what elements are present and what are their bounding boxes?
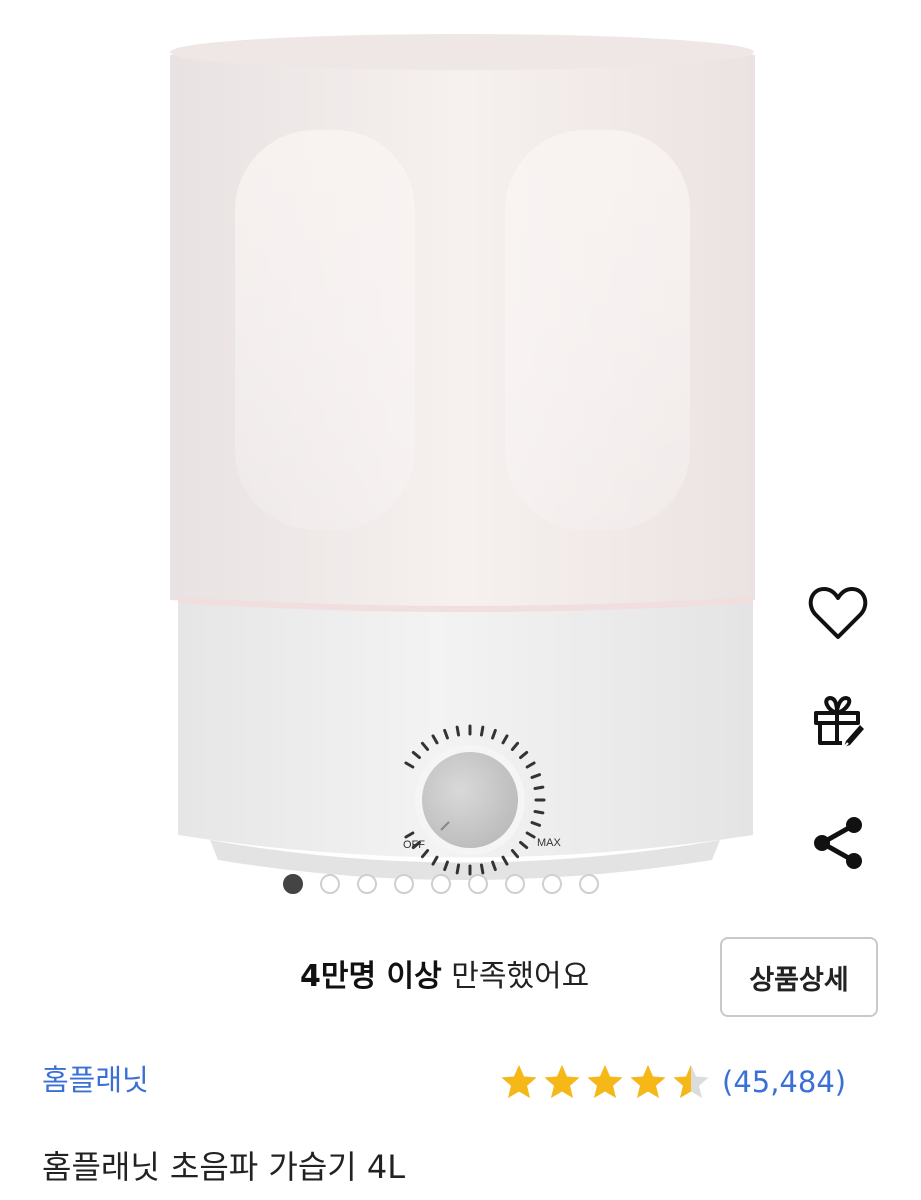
review-count: (45,484) — [722, 1065, 847, 1099]
dial-tick — [479, 725, 485, 737]
satisfaction-rest: 만족했어요 — [441, 959, 590, 994]
rating-stars — [500, 1063, 710, 1101]
svg-text:OFF: OFF — [403, 839, 425, 851]
dial-tick — [533, 785, 545, 791]
gallery-dot[interactable] — [320, 874, 340, 894]
svg-text:MAX: MAX — [537, 837, 562, 849]
satisfaction-text: 4만명 이상 만족했어요 — [300, 955, 589, 999]
brand-link[interactable]: 홈플래닛 — [42, 1058, 149, 1102]
wishlist-button[interactable] — [800, 575, 876, 651]
star-icon — [630, 1065, 666, 1098]
gallery-dot[interactable] — [542, 874, 562, 894]
dial-tick — [533, 809, 545, 815]
gift-icon — [814, 696, 864, 748]
gift-button[interactable] — [800, 683, 876, 759]
star-icon — [501, 1065, 537, 1098]
gallery-dot[interactable] — [357, 874, 377, 894]
rating[interactable]: (45,484) — [500, 1058, 846, 1106]
star-icon — [544, 1065, 580, 1098]
star-icon — [673, 1065, 709, 1098]
product-title: 홈플래닛 초음파 가습기 4L — [42, 1148, 406, 1186]
share-icon — [814, 817, 862, 869]
gallery-dot[interactable] — [468, 874, 488, 894]
humidifier-product-photo: OFF MAX — [170, 34, 755, 880]
dial-tick — [455, 725, 461, 737]
product-image[interactable]: OFF MAX — [0, 0, 921, 900]
satisfaction-count: 4만명 이상 — [300, 959, 442, 994]
gallery-dot[interactable] — [394, 874, 414, 894]
gallery-pagination — [283, 872, 599, 896]
star-icon — [587, 1065, 623, 1098]
share-button[interactable] — [800, 805, 876, 881]
gallery-dot[interactable] — [579, 874, 599, 894]
heart-icon — [808, 587, 868, 639]
gallery-dot[interactable] — [505, 874, 525, 894]
gallery-dot[interactable] — [283, 874, 303, 894]
product-detail-button[interactable]: 상품상세 — [720, 937, 878, 1017]
gallery-dot[interactable] — [431, 874, 451, 894]
